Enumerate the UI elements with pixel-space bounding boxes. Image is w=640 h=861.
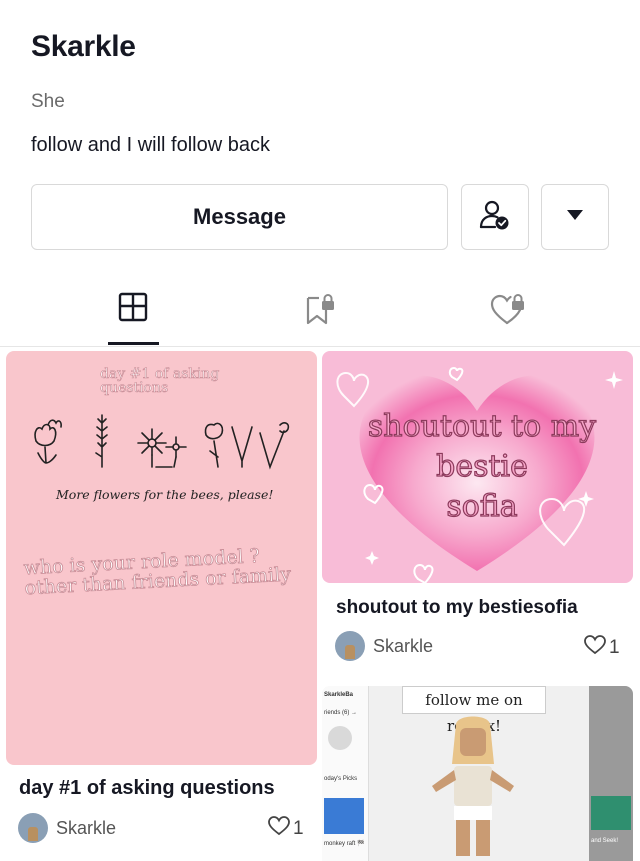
post-thumbnail[interactable]: shoutout to my bestie sofia	[322, 351, 633, 583]
post-caption[interactable]: shoutout to my bestiesofia	[336, 597, 578, 619]
more-options-button[interactable]	[541, 184, 609, 250]
avatar	[18, 813, 48, 843]
like-count[interactable]: 1	[268, 816, 304, 842]
bookmark-lock-icon	[303, 292, 337, 331]
avatar	[335, 631, 365, 661]
post-card[interactable]: SkarkleBa riends (6) → oday's Picks monk…	[322, 686, 634, 861]
profile-bio: follow and I will follow back	[31, 134, 270, 156]
image-text-middle: More flowers for the bees, please!	[56, 487, 274, 502]
tab-favorites[interactable]	[290, 292, 350, 338]
roblox-banner: follow me on roblox!	[402, 686, 546, 735]
post-thumbnail[interactable]: SkarkleBa riends (6) → oday's Picks monk…	[322, 686, 633, 861]
user-check-icon	[479, 199, 511, 236]
side-text: monkey raft 🏁	[324, 841, 365, 847]
friends-button[interactable]	[461, 184, 529, 250]
caret-down-icon	[566, 208, 584, 226]
side-text: oday's Picks	[324, 776, 358, 782]
roblox-right-panel: and Seek!	[589, 686, 633, 861]
post-author[interactable]: Skarkle	[18, 813, 116, 843]
image-text-line2: bestie	[436, 448, 529, 484]
image-text-line1: shoutout to my	[367, 408, 597, 444]
roblox-side-panel: SkarkleBa riends (6) → oday's Picks monk…	[322, 686, 369, 861]
tab-active-indicator	[108, 342, 159, 345]
heart-icon	[268, 816, 290, 842]
game-thumbnail	[591, 796, 631, 830]
author-name: Skarkle	[56, 817, 117, 838]
image-text-line3: sofia	[446, 488, 519, 524]
message-button[interactable]: Message	[31, 184, 448, 250]
side-text: riends (6) →	[324, 710, 358, 716]
tab-videos[interactable]	[103, 292, 163, 338]
heart-lock-icon	[490, 292, 526, 331]
like-count[interactable]: 1	[584, 635, 620, 661]
post-card[interactable]: shoutout to my bestie sofia shoutout to …	[322, 351, 634, 681]
like-count-value: 1	[609, 637, 620, 658]
post-thumbnail[interactable]: day #1 of asking questions More flowers …	[6, 351, 317, 765]
heart-icon	[584, 635, 606, 661]
author-name: Skarkle	[373, 635, 434, 656]
grid-icon	[118, 292, 148, 327]
avatar	[328, 726, 352, 750]
roblox-avatar	[432, 716, 514, 856]
side-text: and Seek!	[591, 838, 619, 844]
profile-name: Skarkle	[31, 30, 136, 63]
like-count-value: 1	[293, 818, 304, 839]
side-text: SkarkleBa	[324, 692, 354, 698]
game-thumbnail	[324, 798, 364, 834]
post-author[interactable]: Skarkle	[335, 631, 433, 661]
profile-actions: Message	[31, 184, 609, 252]
profile-pronoun: She	[31, 91, 65, 112]
post-caption[interactable]: day #1 of asking questions	[19, 777, 275, 800]
image-text-top: day #1 of asking questions	[100, 366, 220, 396]
image-text-bottom: who is your role model ? other than frie…	[23, 544, 292, 600]
post-card[interactable]: day #1 of asking questions More flowers …	[6, 351, 318, 855]
tab-liked[interactable]	[478, 292, 538, 338]
content-tabs	[0, 284, 640, 347]
flowers-illustration	[34, 414, 290, 470]
